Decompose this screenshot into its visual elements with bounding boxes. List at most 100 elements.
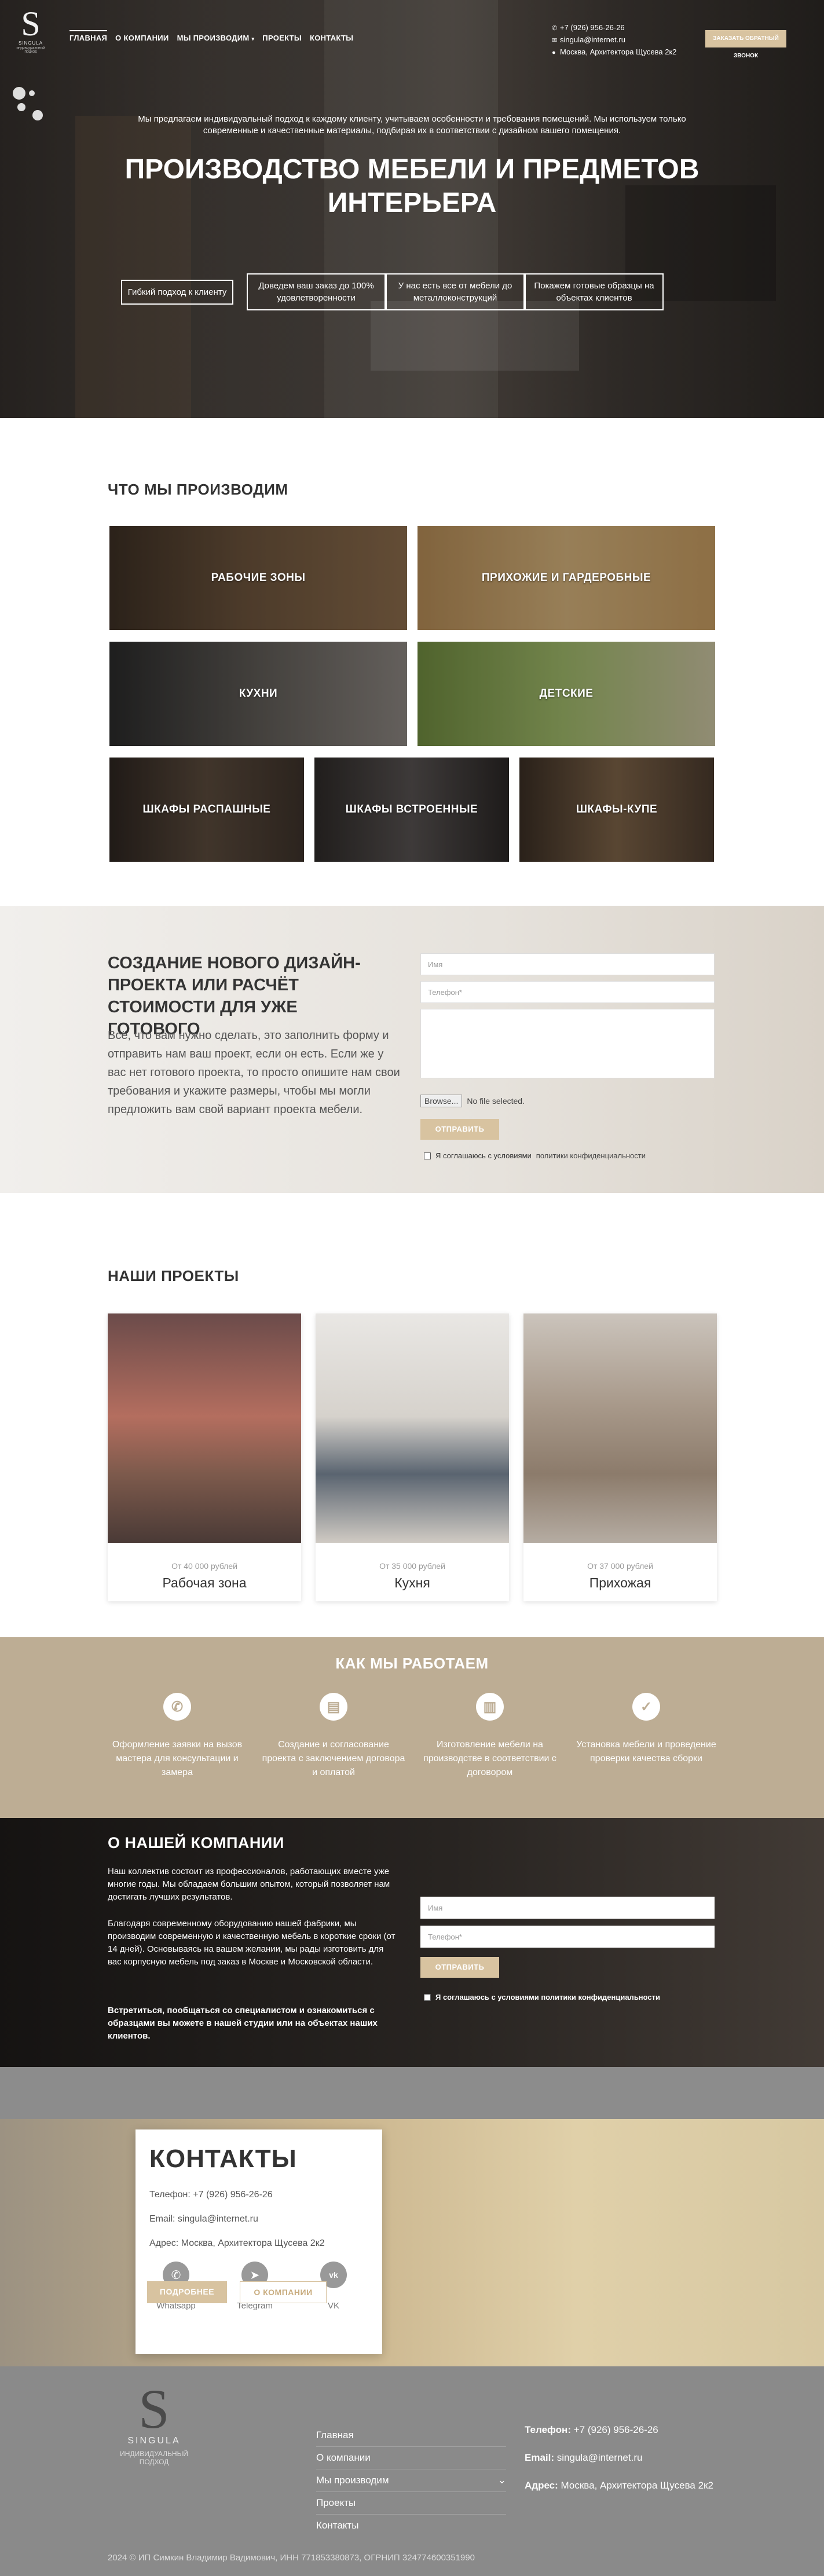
- browse-button[interactable]: Browse...: [420, 1095, 463, 1107]
- step-item: ▥ Изготовление мебели на производстве в …: [417, 1693, 563, 1780]
- privacy-policy-link[interactable]: политики конфиденциальности: [536, 1151, 646, 1160]
- brand-name: SINGULA: [18, 41, 43, 46]
- project-card[interactable]: От 40 000 рублей Рабочая зона: [108, 1313, 301, 1601]
- header-address: ● Москва, Архитектора Щусева 2к2: [552, 46, 676, 58]
- design-request-section: СОЗДАНИЕ НОВОГО ДИЗАЙН-ПРОЕКТА ИЛИ РАСЧЁ…: [0, 906, 824, 1193]
- tile-sliding-wardrobes[interactable]: ШКАФЫ-КУПЕ: [519, 758, 714, 862]
- step-item: ▤ Создание и согласование проекта с закл…: [261, 1693, 406, 1780]
- feature-label: Доведем ваш заказ до 100% удовлетворенно…: [247, 273, 386, 310]
- project-card[interactable]: От 37 000 рублей Прихожая: [523, 1313, 717, 1601]
- feature-item: У нас есть все от мебели до металлоконст…: [386, 269, 525, 315]
- footer-link-produce-label: Мы производим: [316, 2475, 389, 2486]
- header-address-text: Москва, Архитектора Щусева 2к2: [560, 47, 677, 56]
- consent-text: Я соглашаюсь с условиями: [435, 1151, 532, 1160]
- tile-label: ШКАФЫ ВСТРОЕННЫЕ: [345, 803, 478, 815]
- consent-checkbox[interactable]: [424, 1152, 431, 1159]
- tile-swing-wardrobes[interactable]: ШКАФЫ РАСПАШНЫЕ: [109, 758, 304, 862]
- callback-button[interactable]: ЗАКАЗАТЬ ОБРАТНЫЙ ЗВОНОК: [705, 30, 786, 59]
- name-input[interactable]: Имя: [420, 953, 715, 975]
- how-we-work-section: КАК МЫ РАБОТАЕМ ✆ Оформление заявки на в…: [0, 1637, 824, 1818]
- footer-link-contacts[interactable]: Контакты: [316, 2515, 506, 2537]
- project-price: От 37 000 рублей: [587, 1561, 653, 1571]
- contacts-card: КОНТАКТЫ Телефон: +7 (926) 956-26-26 Ema…: [135, 2129, 382, 2354]
- step-text: Установка мебели и проведение проверки к…: [576, 1740, 716, 1763]
- contacts-title: КОНТАКТЫ: [149, 2145, 297, 2173]
- tile-kids-rooms[interactable]: ДЕТСКИЕ: [418, 642, 715, 746]
- feature-item: Покажем готовые образцы на объектах клие…: [525, 269, 664, 315]
- nav-contacts[interactable]: КОНТАКТЫ: [310, 34, 353, 42]
- footer-logo[interactable]: S SINGULA ИНДИВИДУАЛЬНЫЙ ПОДХОД: [108, 2381, 200, 2467]
- phone-input[interactable]: Телефон*: [420, 981, 715, 1003]
- about-phone-input[interactable]: Телефон*: [420, 1926, 715, 1948]
- nav-about[interactable]: О КОМПАНИИ: [115, 34, 169, 42]
- how-title: КАК МЫ РАБОТАЕМ: [335, 1655, 489, 1672]
- contacts-phone[interactable]: Телефон: +7 (926) 956-26-26: [149, 2190, 273, 2200]
- feature-label: Покажем готовые образцы на объектах клие…: [525, 273, 664, 310]
- tile-label: ШКАФЫ-КУПЕ: [576, 803, 658, 815]
- step-item: ✓ Установка мебели и проведение проверки…: [573, 1693, 719, 1766]
- footer-phone-label: Телефон:: [525, 2424, 571, 2435]
- about-name-input[interactable]: Имя: [420, 1897, 715, 1919]
- phone-icon: ✆: [552, 25, 558, 32]
- nav-projects[interactable]: ПРОЕКТЫ: [262, 34, 302, 42]
- header-contacts: ✆ +7 (926) 956-26-26 ✉ singula@internet.ru…: [552, 22, 676, 58]
- contacts-email[interactable]: Email: singula@internet.ru: [149, 2214, 258, 2224]
- contacts-address: Адрес: Москва, Архитектора Щусева 2к2: [149, 2238, 325, 2248]
- projects-section: НАШИ ПРОЕКТЫ От 40 000 рублей Рабочая зо…: [0, 1193, 824, 1637]
- footer-brand-name: SINGULA: [127, 2436, 181, 2446]
- chevron-down-icon: ▾: [251, 36, 255, 42]
- hero-lead: Мы предлагаем индивидуальный подход к ка…: [138, 114, 686, 136]
- nav-produce[interactable]: МЫ ПРОИЗВОДИМ ▾: [177, 34, 255, 42]
- header-email-text: singula@internet.ru: [560, 35, 625, 44]
- footer-link-home[interactable]: Главная: [316, 2424, 506, 2447]
- form1-text: Всё, что вам нужно сделать, это заполнит…: [108, 1029, 400, 1116]
- wardrobe-icon: ▥: [476, 1693, 504, 1721]
- form1-submit-button[interactable]: ОТПРАВИТЬ: [420, 1119, 499, 1140]
- tile-label: КУХНИ: [239, 687, 278, 700]
- header-email[interactable]: ✉ singula@internet.ru: [552, 34, 676, 46]
- about-title: О НАШЕЙ КОМПАНИИ: [108, 1834, 284, 1851]
- footer-email[interactable]: Email: singula@internet.ru: [525, 2452, 642, 2464]
- tile-work-zones[interactable]: РАБОЧИЕ ЗОНЫ: [109, 526, 407, 630]
- file-status: No file selected.: [467, 1096, 525, 1106]
- feature-label: У нас есть все от мебели до металлоконст…: [386, 273, 525, 310]
- location-icon: ●: [552, 49, 556, 56]
- footer-brand-tagline: ИНДИВИДУАЛЬНЫЙ ПОДХОД: [120, 2450, 188, 2466]
- nav-home[interactable]: ГЛАВНАЯ: [69, 30, 108, 42]
- document-icon: ▤: [320, 1693, 347, 1721]
- tile-hallways[interactable]: ПРИХОЖИЕ И ГАРДЕРОБНЫЕ: [418, 526, 715, 630]
- consent-checkbox[interactable]: [424, 1993, 431, 2001]
- project-card[interactable]: От 35 000 рублей Кухня: [316, 1313, 509, 1601]
- footer-phone[interactable]: Телефон: +7 (926) 956-26-26: [525, 2424, 658, 2436]
- message-textarea[interactable]: [420, 1009, 715, 1078]
- more-button[interactable]: ПОДРОБНЕЕ: [147, 2281, 227, 2303]
- header-phone-text: +7 (926) 956-26-26: [560, 23, 625, 32]
- produce-section: ЧТО МЫ ПРОИЗВОДИМ РАБОЧИЕ ЗОНЫ ПРИХОЖИЕ …: [0, 418, 824, 906]
- footer-address-value: Москва, Архитектора Щусева 2к2: [561, 2480, 713, 2491]
- tile-label: ПРИХОЖИЕ И ГАРДЕРОБНЫЕ: [481, 572, 651, 584]
- footer-address: Адрес: Москва, Архитектора Щусева 2к2: [525, 2480, 713, 2491]
- logo[interactable]: S SINGULA ИНДИВИДУАЛЬНЫЙ ПОДХОД: [13, 6, 49, 88]
- project-name: Рабочая зона: [162, 1575, 247, 1590]
- footer-link-produce[interactable]: Мы производим ⌄: [316, 2469, 506, 2492]
- footer-link-projects[interactable]: Проекты: [316, 2492, 506, 2515]
- tile-builtin-wardrobes[interactable]: ШКАФЫ ВСТРОЕННЫЕ: [314, 758, 509, 862]
- about-submit-button[interactable]: ОТПРАВИТЬ: [420, 1957, 499, 1978]
- header-phone[interactable]: ✆ +7 (926) 956-26-26: [552, 22, 676, 34]
- about-paragraph: Наш коллектив состоит из профессионалов,…: [108, 1867, 390, 1902]
- about-company-button[interactable]: О КОМПАНИИ: [240, 2281, 327, 2303]
- footer-link-about[interactable]: О компании: [316, 2447, 506, 2469]
- project-price: От 40 000 рублей: [171, 1561, 237, 1571]
- feature-item: Гибкий подход к клиенту: [108, 269, 247, 315]
- phone-icon: ✆: [163, 1693, 191, 1721]
- consent-text[interactable]: Я соглашаюсь с условиями политики конфид…: [435, 1993, 660, 2001]
- tile-label: ШКАФЫ РАСПАШНЫЕ: [142, 803, 271, 815]
- hero-section: S SINGULA ИНДИВИДУАЛЬНЫЙ ПОДХОД ГЛАВНАЯ …: [0, 0, 824, 418]
- footer-copyright: 2024 © ИП Симкин Владимир Вадимович, ИНН…: [108, 2553, 475, 2563]
- project-price: От 35 000 рублей: [379, 1561, 445, 1571]
- tile-kitchens[interactable]: КУХНИ: [109, 642, 407, 746]
- contacts-section: КОНТАКТЫ Телефон: +7 (926) 956-26-26 Ema…: [0, 2067, 824, 2366]
- projects-title: НАШИ ПРОЕКТЫ: [108, 1267, 239, 1285]
- about-section: О НАШЕЙ КОМПАНИИ Наш коллектив состоит и…: [0, 1818, 824, 2067]
- tile-label: РАБОЧИЕ ЗОНЫ: [211, 572, 306, 584]
